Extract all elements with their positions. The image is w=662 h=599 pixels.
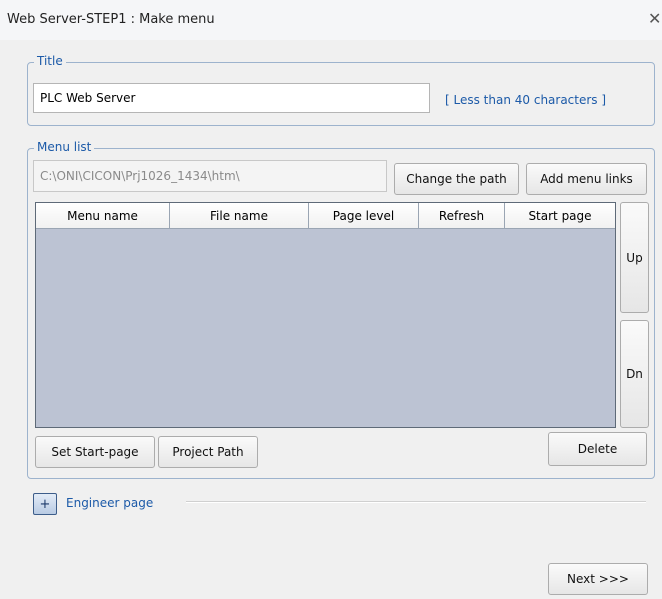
engineer-page-label: Engineer page [66, 496, 154, 510]
close-icon[interactable]: ✕ [648, 9, 661, 28]
project-path-button[interactable]: Project Path [158, 436, 258, 468]
title-input[interactable]: PLC Web Server [33, 83, 430, 113]
next-button[interactable]: Next >>> [548, 563, 648, 595]
set-start-page-button[interactable]: Set Start-page [35, 436, 155, 468]
path-field: C:\ONI\CICON\Prj1026_1434\htm\ [33, 160, 387, 192]
column-header[interactable]: Refresh [419, 203, 505, 228]
column-header[interactable]: Start page [505, 203, 615, 228]
menu-grid[interactable]: Menu name File name Page level Refresh S… [35, 202, 616, 428]
title-group-legend: Title [34, 54, 66, 68]
change-path-button[interactable]: Change the path [394, 163, 519, 195]
window-title: Web Server-STEP1 : Make menu [7, 12, 215, 27]
move-up-button[interactable]: Up [620, 202, 649, 313]
column-header[interactable]: File name [170, 203, 309, 228]
engineer-page-divider [186, 501, 646, 503]
menu-list-legend: Menu list [34, 140, 95, 154]
delete-button[interactable]: Delete [548, 432, 647, 466]
column-header[interactable]: Page level [309, 203, 419, 228]
menu-grid-header: Menu name File name Page level Refresh S… [36, 203, 615, 229]
window-titlebar: Web Server-STEP1 : Make menu ✕ [0, 0, 662, 40]
title-length-hint: [ Less than 40 characters ] [445, 93, 607, 107]
move-down-button[interactable]: Dn [620, 320, 649, 428]
engineer-page-expand-button[interactable]: + [33, 493, 57, 515]
add-menu-links-button[interactable]: Add menu links [526, 163, 647, 195]
column-header[interactable]: Menu name [36, 203, 170, 228]
